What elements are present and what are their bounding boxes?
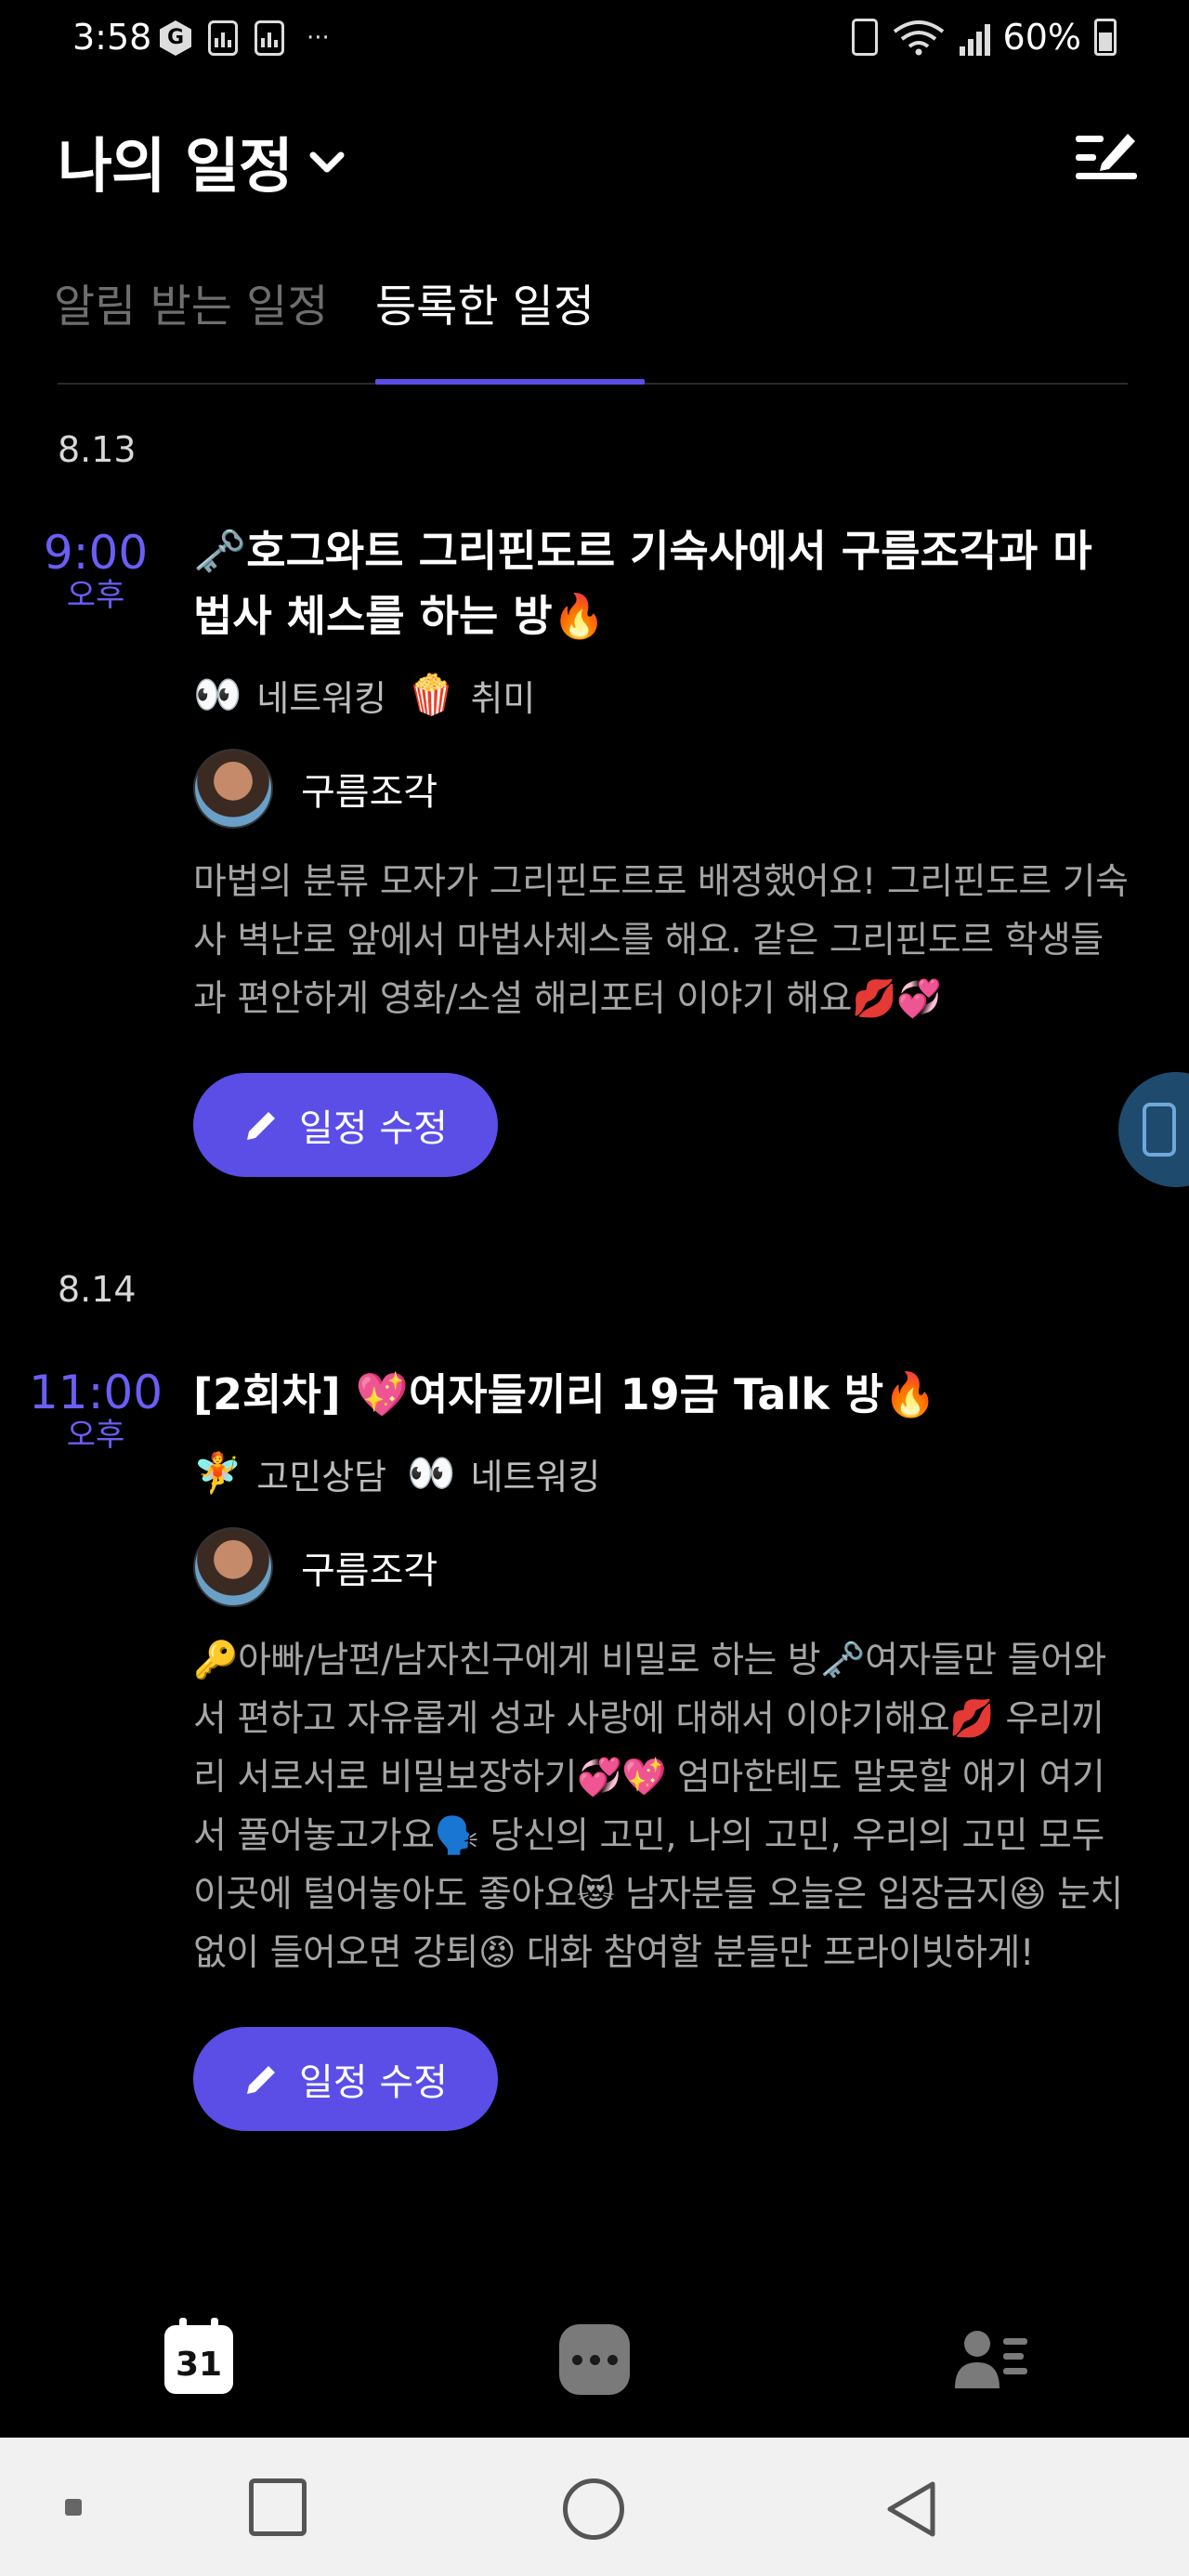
schedule-date: 8.13 [58,429,137,470]
wifi-icon [893,20,944,56]
tab-registered-schedules[interactable]: 등록한 일정 [375,269,594,334]
chart-notification-icon-2 [255,20,284,56]
profile-list-icon [955,2331,1027,2388]
edit-schedule-button[interactable]: 일정 수정 [193,1073,498,1177]
system-status-icons: 60% [851,17,1117,58]
back-button[interactable] [882,2478,940,2540]
compose-schedule-icon[interactable] [1074,126,1141,186]
tag: 🍿 취미 [407,670,535,721]
fairy-icon: 🧚 [193,1450,242,1496]
host-info[interactable]: 구름조각 [193,1527,1131,1607]
active-tab-indicator [375,379,645,385]
schedule-description: 🔑아빠/남편/남자친구에게 비밀로 하는 방🗝️여자들만 들어와서 편하고 자유… [193,1640,1123,1974]
tag-list: 👀 네트워킹 🍿 취미 [193,667,1131,723]
schedule-title: 🗝️호그와트 그리핀도르 기숙사에서 구름조각과 마법사 체스를 하는 방🔥 [193,526,1092,641]
schedule-date: 8.14 [58,1269,137,1310]
chevron-down-icon [309,151,345,173]
bottom-navigation: 31 [0,2302,1189,2438]
time-ampm: 오후 [66,1417,125,1454]
status-time: 3:58 [72,17,152,58]
schedule-card[interactable]: 🗝️호그와트 그리핀도르 기숙사에서 구름조각과 마법사 체스를 하는 방🔥 👀… [193,518,1131,1177]
pencil-icon [247,2066,275,2094]
chart-notification-icon [208,20,238,56]
schedule-card[interactable]: [2회차] 💖여자들끼리 19금 Talk 방🔥 🧚 고민상담 👀 네트워킹 구름조… [193,1362,1131,2131]
battery-percent: 60% [1002,17,1081,58]
tag-list: 🧚 고민상담 👀 네트워킹 [193,1445,1131,1501]
tag-label: 취미 [470,677,536,719]
tag: 👀 네트워킹 [193,670,386,721]
page-title: 나의 일정 [58,133,294,202]
host-name: 구름조각 [301,1550,438,1592]
widget-icon [1143,1103,1176,1157]
chat-bubble-icon [559,2324,630,2395]
signal-icon [959,19,990,56]
eyes-icon: 👀 [407,1450,456,1496]
more-notifications-icon: ··· [307,24,330,52]
notification-icons: G ··· [160,20,330,56]
tab-notified-schedules[interactable]: 알림 받는 일정 [54,269,328,334]
schedule-time: 11:00 오후 [17,1367,175,1453]
edit-schedule-label: 일정 수정 [299,1107,448,1150]
time-value: 9:00 [43,526,149,580]
tag-label: 네트워킹 [256,677,387,719]
nav-profile[interactable] [955,2322,1029,2397]
edit-schedule-label: 일정 수정 [299,2061,448,2104]
vibrate-icon [851,19,878,56]
status-bar: 3:58 G ··· 60% [0,0,1189,78]
pencil-icon [247,1112,275,1140]
time-ampm: 오후 [66,577,125,614]
avatar[interactable] [193,749,273,829]
home-button[interactable] [563,2478,624,2540]
schedule-tabs: 알림 받는 일정 등록한 일정 [54,269,1128,385]
battery-icon [1094,19,1117,56]
popcorn-icon: 🍿 [407,672,456,717]
nav-calendar[interactable]: 31 [162,2318,236,2397]
time-value: 11:00 [28,1366,163,1419]
schedule-description: 마법의 분류 모자가 그리핀도르로 배정했어요! 그리핀도르 기숙사 벽난로 앞… [193,861,1129,1020]
schedule-time: 9:00 오후 [17,528,175,613]
avatar[interactable] [193,1527,273,1607]
nav-chat[interactable] [557,2322,632,2397]
tag: 👀 네트워킹 [407,1448,600,1499]
eyes-icon: 👀 [193,672,242,717]
system-navigation-bar [0,2438,1189,2576]
tag: 🧚 고민상담 [193,1448,386,1499]
edit-schedule-button[interactable]: 일정 수정 [193,2027,498,2131]
app-notification-icon: G [160,20,191,56]
tag-label: 네트워킹 [470,1456,601,1497]
recent-apps-button[interactable] [249,2478,307,2536]
schedule-title: [2회차] 💖여자들끼리 19금 Talk 방🔥 [193,1369,937,1419]
host-info[interactable]: 구름조각 [193,749,1131,829]
calendar-icon: 31 [164,2318,233,2394]
page-title-dropdown[interactable]: 나의 일정 [58,119,348,204]
dot-indicator-icon [65,2499,82,2516]
host-name: 구름조각 [301,771,438,814]
tag-label: 고민상담 [256,1456,387,1497]
